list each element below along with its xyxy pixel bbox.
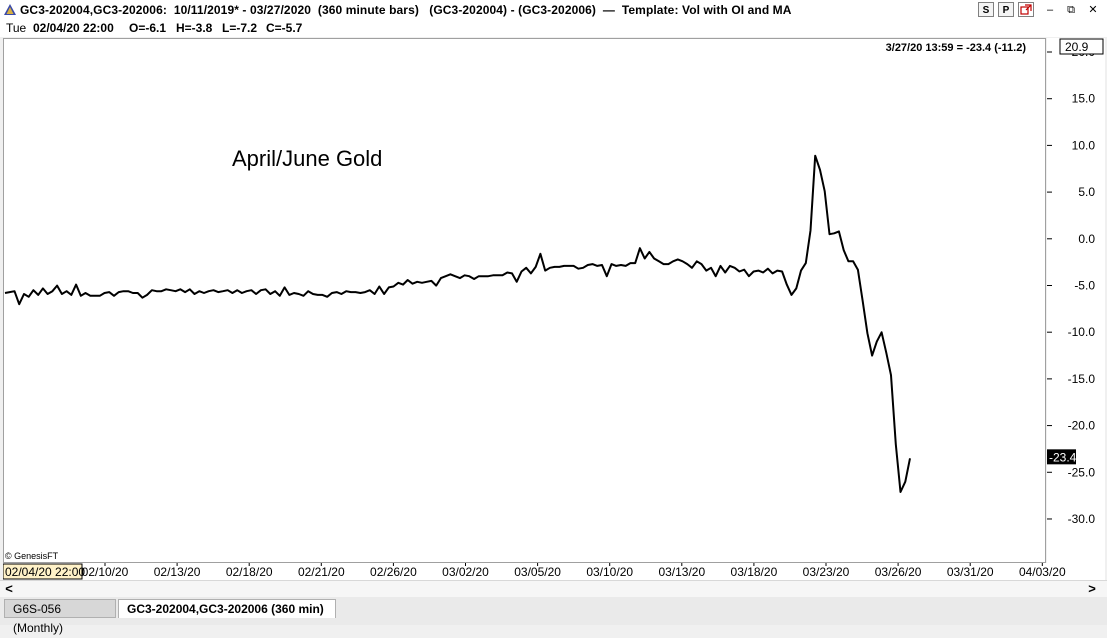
chart-readout: 3/27/20 13:59 = -23.4 (-11.2) [886, 42, 1027, 54]
y-tick-label: -5.0 [1074, 278, 1095, 292]
s-button[interactable]: S [978, 2, 994, 17]
detach-button[interactable] [1018, 2, 1034, 17]
x-tick-label: 04/03/20 [1019, 565, 1066, 579]
y-tick-label: 0.0 [1078, 232, 1095, 246]
info-day: Tue [6, 21, 27, 35]
cursor-date-label: 02/04/20 22:00 [5, 565, 85, 579]
spread-line-series [4, 154, 911, 493]
scroll-right-button[interactable]: > [1085, 581, 1099, 597]
y-tick-label: -15.0 [1068, 372, 1096, 386]
x-tick-label: 03/18/20 [731, 565, 778, 579]
chart-title: April/June Gold [232, 146, 382, 171]
x-tick-label: 03/05/20 [514, 565, 561, 579]
bar-info-bar: Tue 02/04/20 22:00 O=-6.1 H=-3.8 L=-7.2 … [0, 20, 1107, 37]
y-tick-label: -25.0 [1068, 465, 1096, 479]
close-button[interactable]: ✕ [1085, 3, 1101, 17]
x-tick-label: 02/18/20 [226, 565, 273, 579]
window-titlebar: GC3-202004,GC3-202006: 10/11/2019* - 03/… [0, 0, 1107, 21]
x-tick-label: 03/31/20 [947, 565, 994, 579]
app-logo-icon [4, 4, 16, 15]
chart-plot-area[interactable]: 3/27/20 13:59 = -23.4 (-11.2) April/June… [3, 38, 1046, 563]
horizontal-scrollbar[interactable]: < > [0, 580, 1107, 598]
info-open: O=-6.1 [129, 21, 167, 35]
tab-g6s-monthly[interactable]: G6S-056 (Monthly) [4, 599, 116, 635]
scale-marker-label: 20.9 [1065, 40, 1089, 54]
x-tick-label: 02/26/20 [370, 565, 417, 579]
y-tick-label: 10.0 [1072, 138, 1096, 152]
y-tick-label: 15.0 [1072, 92, 1096, 106]
price-chart: 3/27/20 13:59 = -23.4 (-11.2) April/June… [4, 42, 1027, 561]
info-close: C=-5.7 [266, 21, 303, 35]
info-low: L=-7.2 [222, 21, 258, 35]
y-axis[interactable]: 20.015.010.05.00.0-5.0-10.0-15.0-20.0-25… [1047, 38, 1105, 563]
restore-button[interactable]: ⧉ [1063, 3, 1079, 17]
copyright-label: © GenesisFT [5, 551, 59, 561]
minimize-button[interactable]: – [1042, 3, 1058, 17]
x-axis[interactable]: 02/10/20 02/13/20 02/18/20 02/21/20 02/26/20… [3, 563, 1105, 580]
x-tick-label: 03/02/20 [442, 565, 489, 579]
x-tick-label: 03/26/20 [875, 565, 922, 579]
tab-gc3-360min[interactable]: GC3-202004,GC3-202006 (360 min) [118, 599, 336, 618]
info-datetime: 02/04/20 22:00 [33, 21, 114, 35]
y-tick-label: -20.0 [1068, 419, 1096, 433]
last-price-label: -23.4 [1049, 450, 1077, 464]
y-tick-label: -10.0 [1068, 325, 1096, 339]
window-title: GC3-202004,GC3-202006: 10/11/2019* - 03/… [20, 3, 792, 17]
y-tick-label: -30.0 [1068, 512, 1096, 526]
chart-tab-bar: G6S-056 (Monthly) GC3-202004,GC3-202006 … [0, 597, 1107, 635]
x-tick-label: 02/10/20 [82, 565, 129, 579]
info-high: H=-3.8 [176, 21, 213, 35]
detach-icon [1020, 4, 1032, 15]
x-tick-label: 03/23/20 [803, 565, 850, 579]
x-tick-label: 02/21/20 [298, 565, 345, 579]
x-tick-label: 02/13/20 [154, 565, 201, 579]
x-tick-label: 03/13/20 [658, 565, 705, 579]
x-tick-label: 03/10/20 [586, 565, 633, 579]
y-tick-label: 5.0 [1078, 185, 1095, 199]
scroll-left-button[interactable]: < [2, 581, 16, 597]
p-button[interactable]: P [998, 2, 1014, 17]
